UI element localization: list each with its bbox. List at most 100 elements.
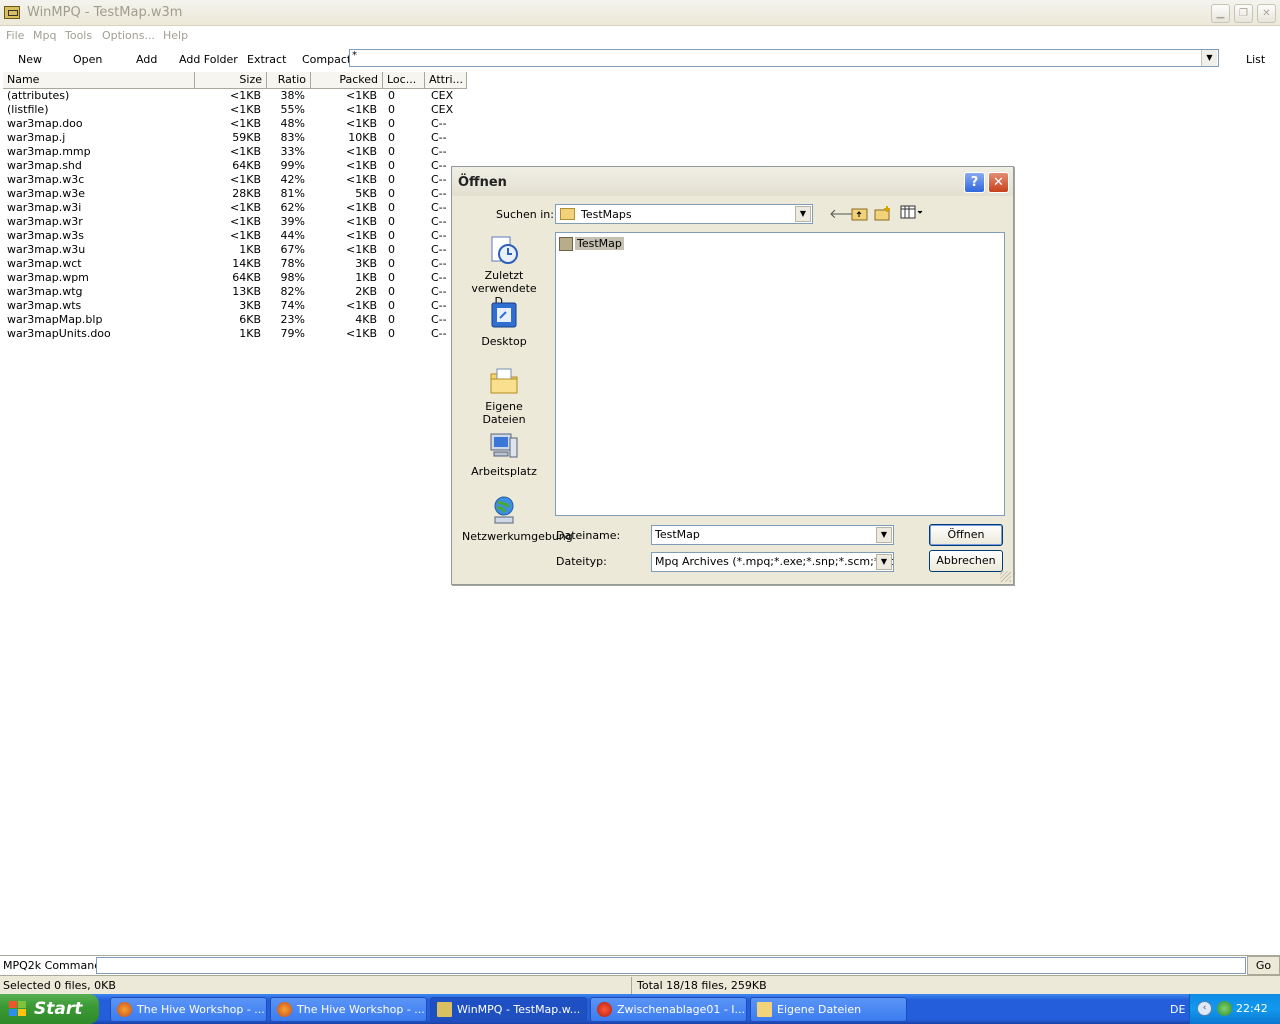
- open-button[interactable]: Open: [73, 53, 102, 66]
- compact-button[interactable]: Compact: [302, 53, 351, 66]
- file-locale-cell: 0: [388, 89, 395, 102]
- file-size-cell: <1KB: [230, 89, 261, 102]
- file-size-cell: 3KB: [239, 299, 261, 312]
- table-row[interactable]: war3map.wct 14KB 78% 3KB 0 C--: [3, 257, 463, 271]
- window-titlebar: WinMPQ - TestMap.w3m ▁ ❐ ✕: [0, 0, 1280, 26]
- chevron-down-icon[interactable]: ▼: [795, 206, 811, 222]
- places-my-computer[interactable]: Arbeitsplatz: [462, 430, 546, 478]
- taskbar: Start The Hive Workshop - ... The Hive W…: [0, 994, 1280, 1024]
- menu-file[interactable]: File: [6, 29, 24, 42]
- taskbar-item-my-documents[interactable]: Eigene Dateien: [750, 997, 907, 1022]
- file-list[interactable]: (attributes) <1KB 38% <1KB 0 CEX (listfile) <1K…: [3, 89, 463, 341]
- menu-help[interactable]: Help: [163, 29, 188, 42]
- taskbar-item-hive-1[interactable]: The Hive Workshop - ...: [110, 997, 267, 1022]
- lookin-value: TestMaps: [581, 208, 632, 221]
- places-network[interactable]: Netzwerkumgebung: [462, 495, 573, 543]
- file-name-cell: war3map.w3s: [7, 229, 84, 242]
- file-locale-cell: 0: [388, 229, 395, 242]
- start-button[interactable]: Start: [0, 994, 99, 1024]
- column-attributes[interactable]: Attri...: [425, 72, 467, 89]
- filetype-select[interactable]: Mpq Archives (*.mpq;*.exe;*.snp;*.scm;*.…: [651, 552, 894, 572]
- open-button[interactable]: Öffnen: [929, 524, 1003, 546]
- go-button[interactable]: Go: [1247, 956, 1280, 975]
- table-row[interactable]: war3map.w3r <1KB 39% <1KB 0 C--: [3, 215, 463, 229]
- file-ratio-cell: 79%: [280, 327, 305, 340]
- table-row[interactable]: war3map.wtg 13KB 82% 2KB 0 C--: [3, 285, 463, 299]
- tray-status-icon[interactable]: [1217, 1001, 1232, 1016]
- filename-input[interactable]: TestMap ▼: [651, 525, 894, 545]
- extract-button[interactable]: Extract: [247, 53, 286, 66]
- back-icon[interactable]: 🡐: [829, 205, 864, 225]
- places-desktop[interactable]: Desktop: [462, 300, 546, 348]
- command-label: MPQ2k Command: [3, 959, 102, 972]
- close-button[interactable]: ✕: [1257, 4, 1276, 23]
- taskbar-item-label: Eigene Dateien: [777, 1003, 862, 1016]
- minimize-button[interactable]: ▁: [1211, 4, 1230, 23]
- column-packed[interactable]: Packed: [311, 72, 383, 89]
- menu-mpq[interactable]: Mpq: [33, 29, 56, 42]
- table-row[interactable]: war3map.doo <1KB 48% <1KB 0 C--: [3, 117, 463, 131]
- column-name[interactable]: Name: [3, 72, 195, 89]
- table-row[interactable]: war3map.w3e 28KB 81% 5KB 0 C--: [3, 187, 463, 201]
- file-size-cell: 28KB: [232, 187, 261, 200]
- folder-icon: [560, 208, 575, 220]
- table-row[interactable]: war3mapMap.blp 6KB 23% 4KB 0 C--: [3, 313, 463, 327]
- file-name-cell: war3map.wpm: [7, 271, 89, 284]
- cancel-button[interactable]: Abbrechen: [929, 550, 1003, 572]
- column-locale[interactable]: Loc...: [383, 72, 425, 89]
- add-folder-button[interactable]: Add Folder: [179, 53, 238, 66]
- file-locale-cell: 0: [388, 187, 395, 200]
- table-row[interactable]: war3map.w3c <1KB 42% <1KB 0 C--: [3, 173, 463, 187]
- up-folder-icon[interactable]: [850, 205, 870, 225]
- table-row[interactable]: (listfile) <1KB 55% <1KB 0 CEX: [3, 103, 463, 117]
- table-row[interactable]: war3map.j 59KB 83% 10KB 0 C--: [3, 131, 463, 145]
- add-button[interactable]: Add: [136, 53, 157, 66]
- taskbar-item-winmpq[interactable]: WinMPQ - TestMap.w...: [430, 997, 587, 1022]
- file-locale-cell: 0: [388, 159, 395, 172]
- menu-tools[interactable]: Tools: [65, 29, 92, 42]
- chevron-down-icon[interactable]: ▼: [876, 527, 892, 543]
- file-view[interactable]: TestMap: [555, 232, 1005, 516]
- taskbar-item-paint[interactable]: Zwischenablage01 - I...: [590, 997, 747, 1022]
- chevron-down-icon[interactable]: ▼: [876, 554, 892, 570]
- file-size-cell: <1KB: [230, 103, 261, 116]
- resize-grip[interactable]: [1000, 571, 1011, 582]
- start-label: Start: [34, 999, 83, 1019]
- view-menu-icon[interactable]: [899, 205, 925, 225]
- file-attributes-cell: C--: [431, 229, 447, 242]
- file-attributes-cell: CEX: [431, 89, 454, 102]
- lookin-combo[interactable]: TestMaps ▼: [555, 204, 813, 224]
- table-row[interactable]: war3map.w3u 1KB 67% <1KB 0 C--: [3, 243, 463, 257]
- column-size[interactable]: Size: [195, 72, 267, 89]
- file-name-cell: war3mapUnits.doo: [7, 327, 111, 340]
- places-my-documents[interactable]: Eigene Dateien: [462, 365, 546, 426]
- new-folder-icon[interactable]: [873, 205, 893, 225]
- dialog-title: Öffnen: [458, 175, 507, 190]
- filter-dropdown-arrow[interactable]: ▼: [1201, 50, 1217, 66]
- table-row[interactable]: war3map.mmp <1KB 33% <1KB 0 C--: [3, 145, 463, 159]
- table-row[interactable]: war3map.wts 3KB 74% <1KB 0 C--: [3, 299, 463, 313]
- column-ratio[interactable]: Ratio: [267, 72, 311, 89]
- table-row[interactable]: war3mapUnits.doo 1KB 79% <1KB 0 C--: [3, 327, 463, 341]
- filter-combo[interactable]: *: [349, 49, 1219, 67]
- table-row[interactable]: (attributes) <1KB 38% <1KB 0 CEX: [3, 89, 463, 103]
- help-button[interactable]: ?: [964, 172, 985, 193]
- taskbar-item-hive-2[interactable]: The Hive Workshop - ...: [270, 997, 427, 1022]
- maximize-button[interactable]: ❐: [1234, 4, 1253, 23]
- file-size-cell: <1KB: [230, 215, 261, 228]
- file-ratio-cell: 48%: [280, 117, 305, 130]
- lookin-label: Suchen in:: [496, 208, 554, 221]
- table-row[interactable]: war3map.shd 64KB 99% <1KB 0 C--: [3, 159, 463, 173]
- menu-options[interactable]: Options...: [102, 29, 155, 42]
- file-ratio-cell: 67%: [280, 243, 305, 256]
- list-button[interactable]: List: [1246, 53, 1265, 66]
- dialog-close-button[interactable]: ✕: [988, 172, 1009, 193]
- places-recent[interactable]: Zuletzt verwendete D...: [462, 234, 546, 308]
- new-button[interactable]: New: [18, 53, 42, 66]
- table-row[interactable]: war3map.w3i <1KB 62% <1KB 0 C--: [3, 201, 463, 215]
- command-input[interactable]: [96, 957, 1246, 974]
- table-row[interactable]: war3map.wpm 64KB 98% 1KB 0 C--: [3, 271, 463, 285]
- tray-arrow-icon[interactable]: ‹: [1197, 1001, 1212, 1016]
- table-row[interactable]: war3map.w3s <1KB 44% <1KB 0 C--: [3, 229, 463, 243]
- language-indicator[interactable]: DE: [1170, 1003, 1185, 1016]
